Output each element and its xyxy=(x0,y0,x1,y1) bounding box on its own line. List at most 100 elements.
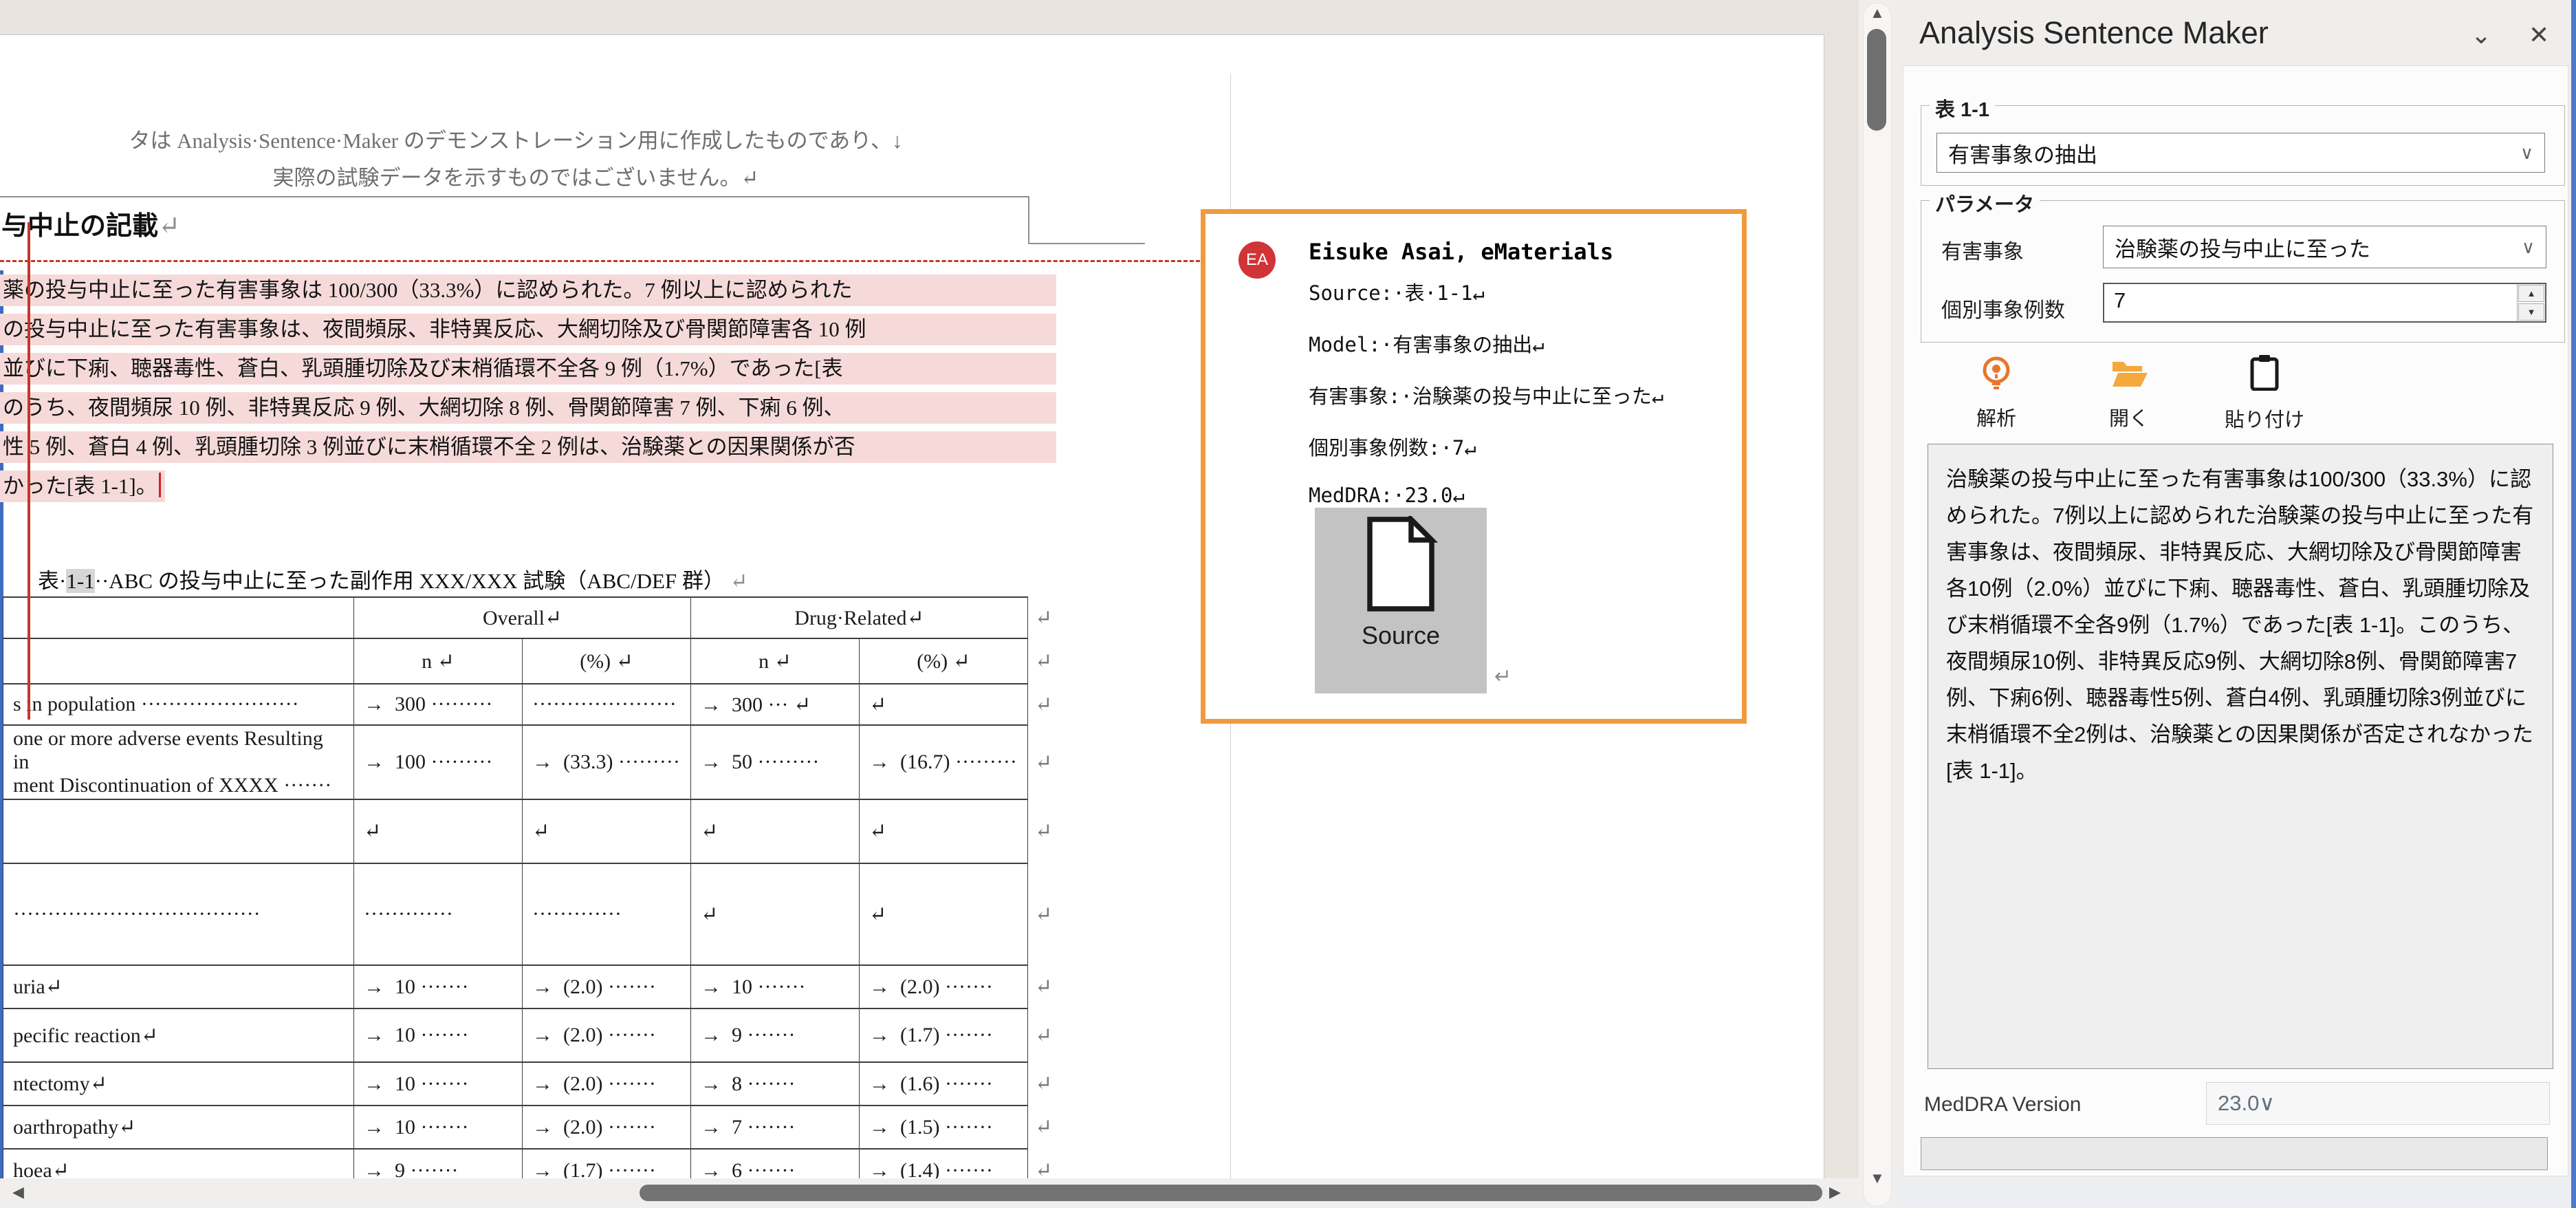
subheader-cell: n ↵ xyxy=(354,638,523,684)
comment-author: Eisuke Asai, eMaterials xyxy=(1309,239,1613,265)
paragraph-line: かった[表 1-1]。 xyxy=(0,471,165,502)
table-row: ntectomy↵→ 10 ·······→ (2.0) ·······→ 8 … xyxy=(3,1062,1076,1105)
chevron-down-icon: ∨ xyxy=(2520,142,2533,164)
value-cell: → 10 ······· xyxy=(354,1009,523,1062)
textbox-border-bottom xyxy=(0,196,1029,197)
meddra-version-select[interactable]: 23.0 ∨ xyxy=(2206,1082,2550,1125)
panel-title: Analysis Sentence Maker xyxy=(1919,15,2269,51)
value-cell: → (16.7) ········· xyxy=(860,725,1028,799)
case-count-value: 7 xyxy=(2104,284,2517,321)
hscroll-thumb[interactable] xyxy=(640,1185,1822,1201)
value-cell: ↵ xyxy=(860,799,1028,863)
table-row: ········································… xyxy=(3,863,1076,965)
analyze-button[interactable]: 解析 xyxy=(1962,355,2031,431)
adverse-event-select[interactable]: 治験薬の投与中止に至った ∨ xyxy=(2103,226,2546,268)
clipboard-icon xyxy=(2249,355,2280,391)
table-caption: 表·1-1··ABC の投与中止に至った副作用 XXX/XXX 試験（ABC/D… xyxy=(38,563,748,594)
paragraph-line: のうち、夜間頻尿 10 例、非特異反応 9 例、大網切除 8 例、骨関節障害 7… xyxy=(0,392,1056,424)
document-horizontal-scrollbar[interactable]: ◀ ▶ xyxy=(0,1178,1859,1208)
value-cell: → (1.4) ······· xyxy=(860,1149,1028,1179)
table-row: oarthropathy↵→ 10 ·······→ (2.0) ·······… xyxy=(3,1105,1076,1149)
panel-close-icon[interactable]: ✕ xyxy=(2529,21,2549,50)
value-cell: ············· xyxy=(354,863,523,965)
value-cell: → 9 ······· xyxy=(691,1009,860,1062)
value-cell: → 7 ······· xyxy=(691,1105,860,1149)
value-cell: → 100 ········· xyxy=(354,725,523,799)
value-cell: → (1.7) ······· xyxy=(860,1009,1028,1062)
paste-button[interactable]: 貼り付け xyxy=(2216,355,2313,433)
comment-line: MedDRA:·23.0↵ xyxy=(1309,484,1465,507)
model-select[interactable]: 有害事象の抽出 ∨ xyxy=(1936,133,2545,173)
header-drug-related: Drug·Related↵ xyxy=(691,597,1028,638)
scroll-up-icon[interactable]: ▲ xyxy=(1870,6,1885,21)
panel-content: 表 1-1 有害事象の抽出 ∨ パラメータ 有害事象 治験薬の投与中止に至った … xyxy=(1903,65,2568,1176)
value-cell: → 300 ··· ↵ xyxy=(691,684,860,725)
paste-button-label: 貼り付け xyxy=(2216,404,2313,433)
document-page[interactable]: タは Analysis·Sentence·Maker のデモンストレーション用に… xyxy=(0,34,1824,1179)
value-cell: → (2.0) ······· xyxy=(860,965,1028,1009)
source-object[interactable]: Source xyxy=(1315,508,1487,693)
value-cell: → (2.0) ······· xyxy=(523,965,691,1009)
disabled-action-button xyxy=(1921,1137,2548,1170)
results-table: Overall↵ Drug·Related↵ ↵ n ↵(%) ↵n ↵(%) … xyxy=(3,596,1076,1179)
adverse-event-label: 有害事象 xyxy=(1941,235,2024,265)
params-group-label: パラメータ xyxy=(1930,188,2040,217)
analyze-button-label: 解析 xyxy=(1962,402,2031,431)
table-header-row-2: n ↵(%) ↵n ↵(%) ↵↵ xyxy=(3,638,1076,684)
open-button[interactable]: 開く xyxy=(2095,355,2163,431)
subheader-cell: (%) ↵ xyxy=(523,638,691,684)
stepper-down-icon[interactable]: ▼ xyxy=(2518,303,2544,321)
panel-collapse-icon[interactable]: ⌄ xyxy=(2471,21,2491,50)
result-textarea[interactable]: 治験薬の投与中止に至った有害事象は100/300（33.3%）に認められた。7例… xyxy=(1928,444,2553,1069)
case-count-label: 個別事象例数 xyxy=(1941,293,2065,323)
disclaimer-line-1: タは Analysis·Sentence·Maker のデモンストレーション用に… xyxy=(0,123,1032,154)
paragraph-line: の投与中止に至った有害事象は、夜間頻尿、非特異反応、大網切除及び骨関節障害各 1… xyxy=(0,314,1056,345)
subheader-cell: n ↵ xyxy=(691,638,860,684)
window-edge xyxy=(2571,0,2576,1208)
row-label: s in population ······················· xyxy=(3,684,354,725)
scroll-down-icon[interactable]: ▼ xyxy=(1870,1171,1885,1186)
value-cell: ↵ xyxy=(354,799,523,863)
value-cell: → (1.6) ······· xyxy=(860,1062,1028,1105)
document-vertical-scrollbar[interactable]: ▲ ▼ xyxy=(1859,0,1895,1208)
table-row: pecific reaction↵→ 10 ·······→ (2.0) ···… xyxy=(3,1009,1076,1062)
scroll-left-icon[interactable]: ◀ xyxy=(12,1185,24,1200)
comment-balloon[interactable]: EA Eisuke Asai, eMaterials Source:·表·1-1… xyxy=(1201,209,1747,724)
vscroll-track[interactable] xyxy=(1863,3,1892,1207)
value-cell: ····················· xyxy=(523,684,691,725)
comment-line: Source:·表·1-1↵ xyxy=(1309,277,1485,306)
row-label: ···································· xyxy=(3,863,354,965)
value-cell: → (2.0) ······· xyxy=(523,1105,691,1149)
value-cell: ↵ xyxy=(691,799,860,863)
avatar: EA xyxy=(1238,241,1276,279)
row-label: one or more adverse events Resulting inm… xyxy=(3,725,354,799)
field-code-number: 1-1 xyxy=(66,569,94,593)
stepper-up-icon[interactable]: ▲ xyxy=(2518,285,2544,302)
case-count-stepper[interactable]: 7 ▲ ▼ xyxy=(2103,283,2546,323)
row-label: ntectomy↵ xyxy=(3,1062,354,1105)
value-cell: → 10 ······· xyxy=(354,1062,523,1105)
vscroll-thumb[interactable] xyxy=(1867,29,1886,131)
value-cell: → 10 ······· xyxy=(354,965,523,1009)
value-cell: → 9 ······· xyxy=(354,1149,523,1179)
value-cell: → (1.5) ······· xyxy=(860,1105,1028,1149)
value-cell: → 8 ······· xyxy=(691,1062,860,1105)
meddra-version-label: MedDRA Version xyxy=(1924,1093,2081,1117)
value-cell: → 300 ········· xyxy=(354,684,523,725)
textbox-border-step xyxy=(1028,243,1145,244)
lightbulb-icon xyxy=(1979,355,2013,389)
app-root: { "icons": {"up": "▲", "down": "▼", "lef… xyxy=(0,0,2576,1208)
value-cell: → 6 ······· xyxy=(691,1149,860,1179)
panel-footer-strip xyxy=(1895,1178,2576,1208)
row-label: pecific reaction↵ xyxy=(3,1009,354,1062)
table-row: uria↵→ 10 ·······→ (2.0) ·······→ 10 ···… xyxy=(3,965,1076,1009)
value-cell: → 10 ······· xyxy=(691,965,860,1009)
paragraph-line: 並びに下痢、聴器毒性、蒼白、乳頭腫切除及び末梢循環不全各 9 例（1.7%）であ… xyxy=(0,353,1056,385)
value-cell: → 10 ······· xyxy=(354,1105,523,1149)
paragraph-line: 性 5 例、蒼白 4 例、乳頭腫切除 3 例並びに末梢循環不全 2 例は、治験薬… xyxy=(0,431,1056,463)
adverse-event-value: 治験薬の投与中止に至った xyxy=(2115,232,2370,263)
document-page-icon xyxy=(1363,516,1439,612)
value-cell: ↵ xyxy=(860,684,1028,725)
row-label: uria↵ xyxy=(3,965,354,1009)
scroll-right-icon[interactable]: ▶ xyxy=(1829,1185,1841,1200)
